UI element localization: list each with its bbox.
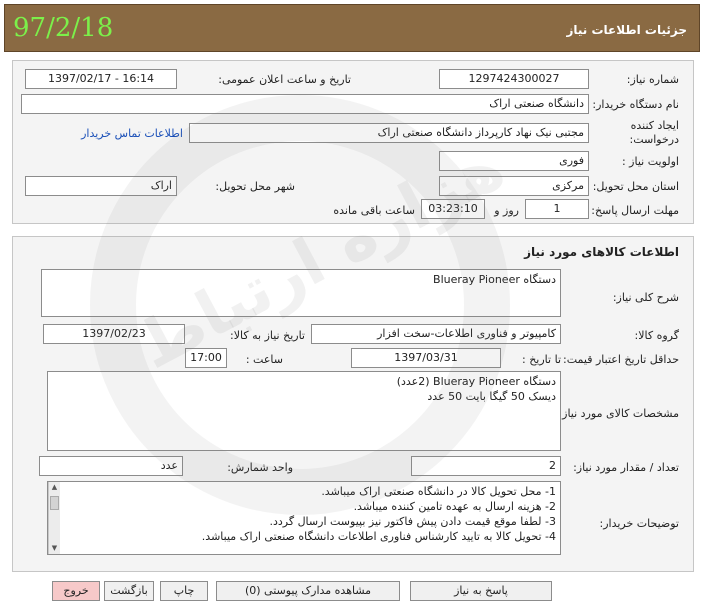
creator-label-1: ایجاد کننده bbox=[630, 119, 679, 132]
buyer-label: نام دستگاه خریدار: bbox=[592, 98, 679, 111]
scroll-thumb[interactable] bbox=[50, 496, 59, 510]
deadline-label: مهلت ارسال پاسخ: bbox=[591, 204, 679, 217]
need-number-label: شماره نیاز: bbox=[626, 73, 679, 86]
spec-label: مشخصات کالای مورد نیاز: bbox=[558, 407, 679, 420]
creator-label-2: درخواست: bbox=[629, 133, 679, 146]
back-button[interactable]: بازگشت bbox=[104, 581, 154, 601]
quantity-label: تعداد / مقدار مورد نیاز: bbox=[573, 461, 679, 474]
goods-group-label: گروه کالا: bbox=[634, 329, 679, 342]
print-button[interactable]: چاپ bbox=[160, 581, 208, 601]
announce-label: تاریخ و ساعت اعلان عمومی: bbox=[218, 73, 351, 86]
notes-line: 4- تحویل کالا به تایید کارشناس فناوری اط… bbox=[201, 530, 556, 543]
buyer-notes-label: توضیحات خریدار: bbox=[599, 517, 680, 530]
until-date-label: تا تاریخ : bbox=[522, 353, 561, 366]
announce-field: 1397/02/17 - 16:14 bbox=[25, 69, 177, 89]
page-title: جزئیات اطلاعات نیاز bbox=[566, 23, 687, 37]
province-label: استان محل تحویل: bbox=[592, 180, 679, 193]
reply-button[interactable]: پاسخ به نیاز bbox=[410, 581, 552, 601]
title-bar: جزئیات اطلاعات نیاز 97/2/18 bbox=[4, 4, 700, 52]
days-word: روز و bbox=[494, 204, 519, 217]
buyer-contact-link[interactable]: اطلاعات تماس خریدار bbox=[81, 127, 183, 140]
goods-section-title: اطلاعات کالاهای مورد نیاز bbox=[524, 245, 679, 259]
description-label: شرح کلی نیاز: bbox=[612, 291, 679, 304]
scroll-up-icon[interactable]: ▲ bbox=[49, 482, 60, 493]
min-validity-label: حداقل تاریخ اعتبار قیمت: bbox=[563, 353, 679, 366]
deadline-days-field: 1 bbox=[525, 199, 589, 219]
exit-button[interactable]: خروج bbox=[52, 581, 100, 601]
notes-line: 3- لطفا موقع قیمت دادن پیش فاکتور نیز بپ… bbox=[269, 515, 556, 528]
notes-scrollbar[interactable]: ▲ ▼ bbox=[48, 482, 60, 554]
view-attachments-button[interactable]: مشاهده مدارک پیوستی (0) bbox=[216, 581, 400, 601]
scroll-down-icon[interactable]: ▼ bbox=[49, 543, 60, 554]
date-stamp: 97/2/18 bbox=[13, 13, 114, 43]
need-number-field: 1297424300027 bbox=[439, 69, 589, 89]
priority-label: اولویت نیاز : bbox=[621, 155, 679, 168]
